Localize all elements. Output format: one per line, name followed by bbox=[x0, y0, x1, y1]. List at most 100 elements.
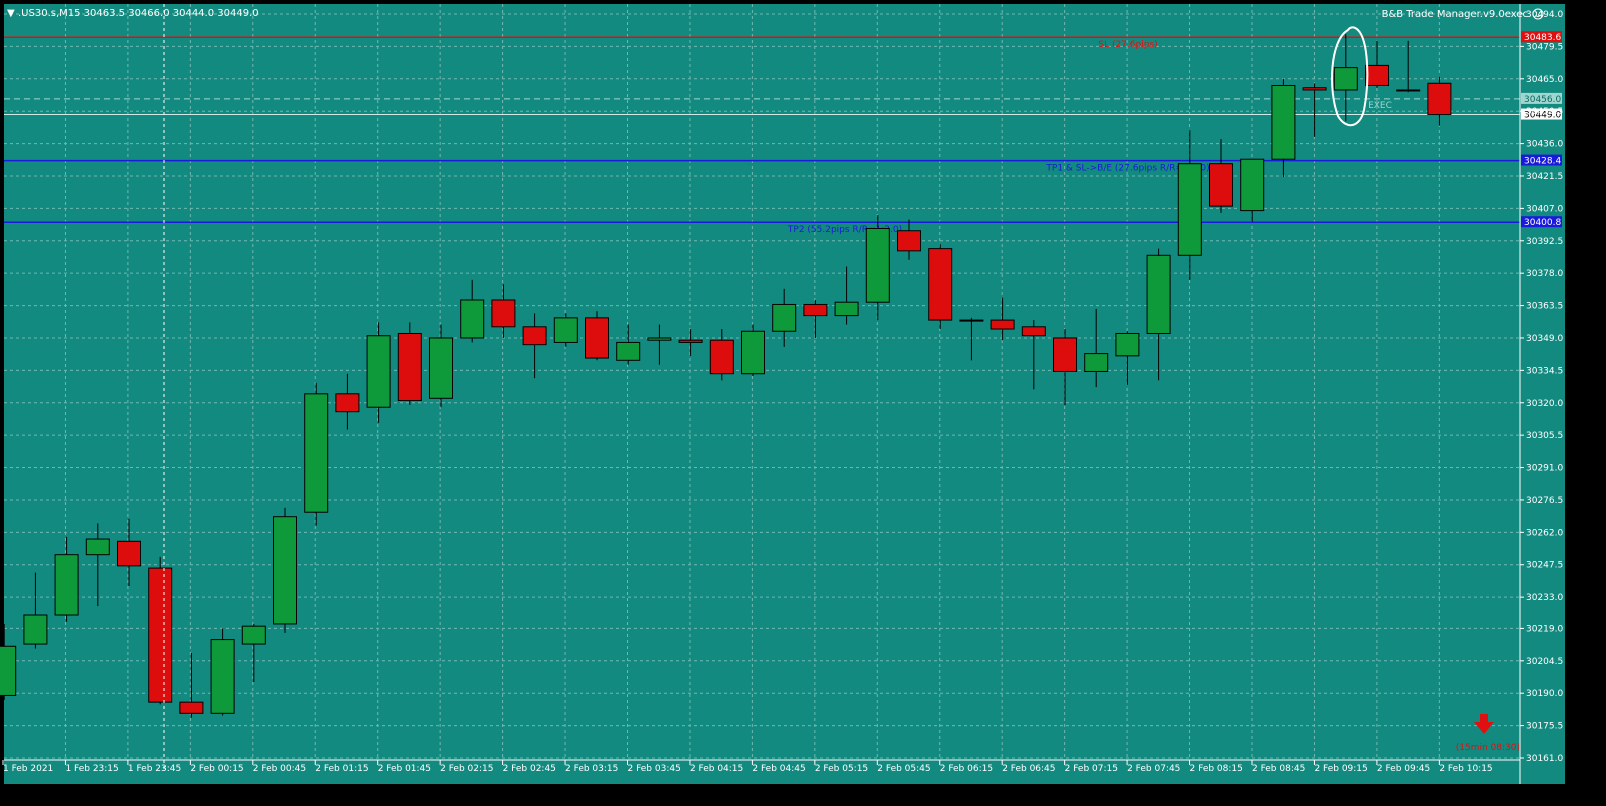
candle bbox=[304, 382, 329, 526]
candle-body bbox=[1396, 89, 1421, 92]
candle-body bbox=[1271, 84, 1296, 160]
price-tick-label: 30204.5 bbox=[1526, 657, 1563, 667]
price-tick-label: 30479.5 bbox=[1526, 42, 1563, 52]
candle-body bbox=[366, 335, 391, 408]
price-tick-label: 30407.0 bbox=[1526, 204, 1563, 214]
candle-body bbox=[460, 299, 485, 339]
candle-body bbox=[928, 248, 953, 321]
candle-body bbox=[1333, 67, 1358, 91]
candle-body bbox=[522, 326, 547, 346]
candle-body bbox=[678, 339, 703, 343]
candle-body bbox=[1209, 163, 1233, 207]
time-tick-label: 2 Feb 09:45 bbox=[1377, 764, 1430, 774]
candle bbox=[585, 311, 609, 361]
candle-body bbox=[959, 319, 984, 322]
candle bbox=[148, 556, 173, 705]
candle-body bbox=[491, 299, 516, 328]
candle bbox=[210, 628, 235, 716]
time-tick-label: 2 Feb 00:45 bbox=[253, 764, 306, 774]
candle-body bbox=[990, 319, 1015, 330]
candle bbox=[741, 324, 765, 376]
candle-body bbox=[1115, 332, 1140, 357]
time-tick-label: 2 Feb 02:15 bbox=[440, 764, 493, 774]
candle-body bbox=[772, 303, 797, 332]
price-tick-label: 30392.5 bbox=[1526, 237, 1563, 247]
candle-body bbox=[1240, 158, 1265, 212]
chart-menu-triangle-icon[interactable]: ▼ bbox=[7, 8, 15, 19]
time-tick-label: 2 Feb 01:15 bbox=[315, 764, 368, 774]
candle-body bbox=[117, 540, 141, 567]
candle-body bbox=[1053, 337, 1077, 372]
candle-body bbox=[23, 614, 48, 645]
time-tick-label: 2 Feb 00:15 bbox=[190, 764, 243, 774]
time-tick-label: 2 Feb 04:45 bbox=[752, 764, 805, 774]
candle-body bbox=[1177, 163, 1202, 256]
time-tick-label: 1 Feb 2021 bbox=[3, 764, 53, 774]
candle-body bbox=[616, 341, 641, 361]
price-tick-label: 30334.5 bbox=[1526, 366, 1563, 376]
price-tick-label: 30363.5 bbox=[1526, 302, 1563, 312]
candle-body bbox=[54, 554, 79, 616]
candle-body bbox=[1427, 82, 1452, 116]
candle-body bbox=[741, 330, 765, 375]
candle-body bbox=[897, 230, 921, 252]
time-tick-label: 2 Feb 09:15 bbox=[1314, 764, 1367, 774]
candle-body bbox=[273, 516, 297, 625]
symbol-ohlc-line: .US30.s,M15 30463.5 30466.0 30444.0 3044… bbox=[18, 8, 259, 19]
price-chart[interactable]: 30483.6SL (27.6pips)30428.4TP1 & SL->B/E… bbox=[0, 0, 1606, 802]
chart-window[interactable]: 30483.6 SL (27.6pips) 30428.4 TP1 & SL->B/E… bbox=[0, 0, 1606, 802]
price-tick-label: 30233.0 bbox=[1526, 593, 1563, 603]
candle-body bbox=[335, 393, 360, 413]
time-tick-label: 1 Feb 23:45 bbox=[128, 764, 181, 774]
candle-body bbox=[148, 567, 173, 703]
time-tick-label: 2 Feb 08:15 bbox=[1190, 764, 1243, 774]
time-tick-label: 2 Feb 10:15 bbox=[1439, 764, 1492, 774]
price-tick-label: 30349.0 bbox=[1526, 334, 1563, 344]
candle-body bbox=[834, 301, 859, 317]
time-tick-label: 2 Feb 03:15 bbox=[565, 764, 618, 774]
time-tick-label: 2 Feb 05:15 bbox=[815, 764, 868, 774]
time-tick-label: 2 Feb 02:45 bbox=[503, 764, 556, 774]
candle-body bbox=[803, 303, 828, 317]
indicator-name: B&B Trade Manager.v9.0exec bbox=[1382, 9, 1528, 20]
entry-label: EXEC bbox=[1368, 101, 1392, 111]
price-tick-label: 30276.5 bbox=[1526, 496, 1563, 506]
price-tick-label: 30219.0 bbox=[1526, 624, 1563, 634]
candle-body bbox=[304, 393, 329, 513]
price-tick-label: 30450.5 bbox=[1526, 107, 1563, 117]
candle-body bbox=[1021, 326, 1046, 337]
price-tick-label: 30291.0 bbox=[1526, 464, 1563, 474]
candle bbox=[553, 313, 578, 347]
price-tick-label: 30262.0 bbox=[1526, 528, 1563, 538]
time-tick-label: 2 Feb 08:45 bbox=[1252, 764, 1305, 774]
price-tick-label: 30161.0 bbox=[1526, 754, 1563, 764]
price-tick-label: 30175.5 bbox=[1526, 722, 1563, 732]
candle-body bbox=[241, 625, 266, 645]
candle-body bbox=[210, 639, 235, 714]
time-tick-label: 2 Feb 05:45 bbox=[877, 764, 930, 774]
candle-body bbox=[0, 645, 17, 696]
sl-label: SL (27.6pips) bbox=[1098, 40, 1157, 50]
bar-timer: (15min 08:30) bbox=[1456, 743, 1520, 753]
price-tick-label: 30378.0 bbox=[1526, 269, 1563, 279]
time-tick-label: 2 Feb 07:15 bbox=[1065, 764, 1118, 774]
candle-body bbox=[1146, 254, 1171, 334]
candle-body bbox=[585, 317, 609, 359]
candle-body bbox=[1084, 353, 1109, 372]
price-tick-label: 30247.5 bbox=[1526, 561, 1563, 571]
candle bbox=[397, 322, 422, 405]
price-tick-label: 30190.0 bbox=[1526, 689, 1563, 699]
price-tick-label: 30305.5 bbox=[1526, 431, 1563, 441]
time-tick-label: 2 Feb 06:15 bbox=[940, 764, 993, 774]
candle-body bbox=[85, 538, 110, 556]
price-tick-label: 30494.0 bbox=[1526, 10, 1563, 20]
price-tick-label: 30465.0 bbox=[1526, 75, 1563, 85]
time-tick-label: 2 Feb 04:15 bbox=[690, 764, 743, 774]
candle-body bbox=[647, 337, 672, 341]
plot-area[interactable] bbox=[4, 4, 1565, 784]
candle-body bbox=[429, 337, 453, 399]
time-tick-label: 2 Feb 03:45 bbox=[628, 764, 681, 774]
candle-body bbox=[1365, 64, 1389, 86]
time-tick-label: 2 Feb 01:45 bbox=[378, 764, 431, 774]
candle-body bbox=[397, 332, 422, 402]
